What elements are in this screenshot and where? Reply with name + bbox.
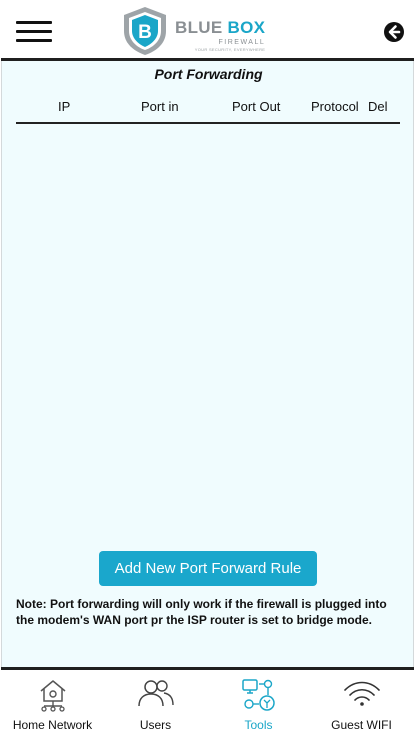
add-port-forward-rule-button[interactable]: Add New Port Forward Rule: [99, 551, 317, 586]
nav-item-guest-wifi[interactable]: Guest WIFI: [310, 670, 413, 737]
nav-label-home-network: Home Network: [12, 718, 93, 732]
nav-label-users: Users: [139, 718, 172, 732]
svg-text:B: B: [138, 22, 152, 43]
nav-item-home-network[interactable]: Home Network: [1, 670, 104, 737]
app-header: B BLUE BOX FIREWALL YOUR SECURITY, EVERY…: [1, 1, 414, 61]
column-header-del: Del: [368, 99, 388, 114]
logo-word-box: BOX: [227, 18, 266, 37]
column-header-port-out: Port Out: [232, 99, 281, 114]
back-arrow-circle-icon[interactable]: [383, 21, 405, 43]
port-forward-table-header: IP Port in Port Out Protocol Del: [16, 98, 400, 124]
home-network-icon: [40, 680, 65, 712]
blue-box-logo: B BLUE BOX FIREWALL YOUR SECURITY, EVERY…: [119, 5, 279, 57]
port-forwarding-note: Note: Port forwarding will only work if …: [16, 597, 387, 627]
wifi-icon: [343, 681, 380, 706]
page-title: Port Forwarding: [154, 66, 263, 82]
logo-subtitle: FIREWALL: [218, 39, 266, 46]
nav-item-tools[interactable]: Tools: [207, 670, 310, 737]
nav-label-guest-wifi: Guest WIFI: [331, 718, 392, 732]
bottom-navigation: Home Network Users Tools Guest WIFI: [1, 667, 414, 737]
shield-logo-icon: B: [124, 7, 166, 55]
logo-tagline: YOUR SECURITY, EVERYWHERE: [194, 47, 266, 52]
users-icon: [137, 680, 174, 707]
column-header-protocol: Protocol: [311, 99, 359, 114]
hamburger-menu-icon[interactable]: [16, 21, 52, 43]
nav-label-tools: Tools: [244, 718, 273, 732]
column-header-port-in: Port in: [141, 99, 179, 114]
nav-item-users[interactable]: Users: [104, 670, 207, 737]
column-header-ip: IP: [58, 99, 71, 114]
tools-icon: [241, 679, 275, 711]
logo-wordmark: BLUE BOX FIREWALL YOUR SECURITY, EVERYWH…: [175, 18, 266, 53]
logo-word-blue: BLUE: [175, 18, 223, 37]
